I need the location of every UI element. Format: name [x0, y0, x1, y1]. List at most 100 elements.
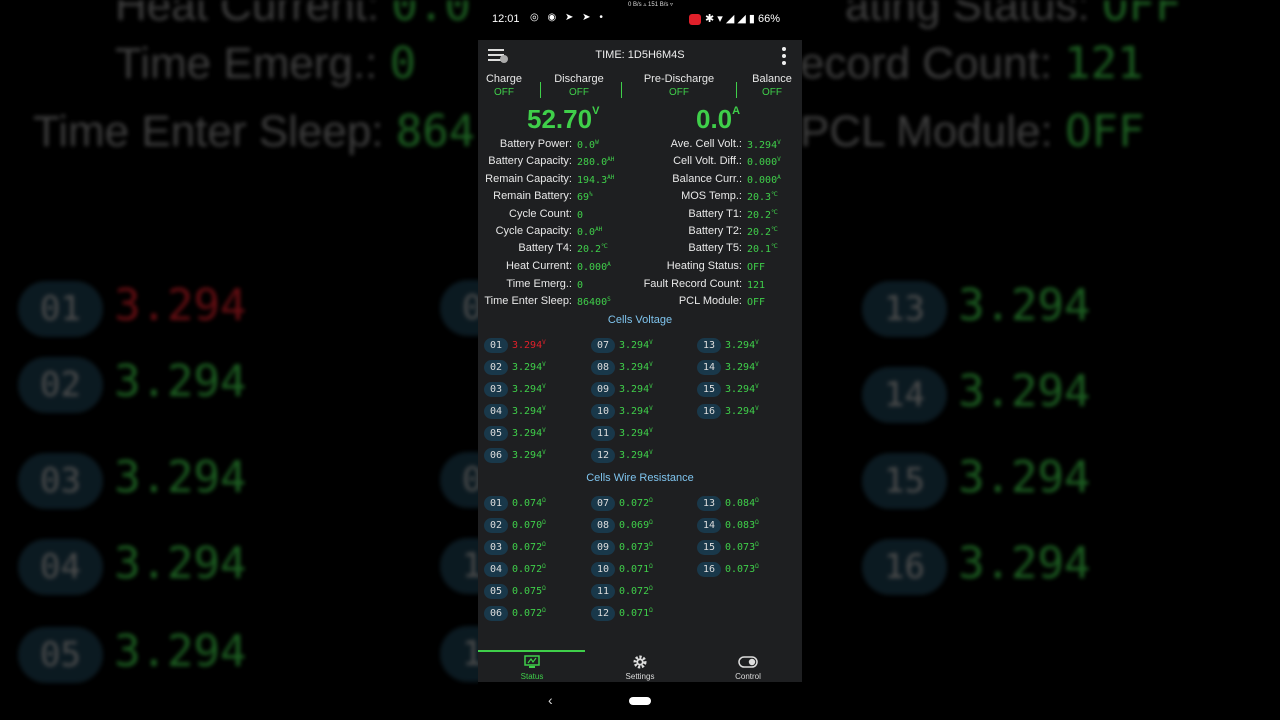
cell-value: 0.072Ω: [512, 563, 546, 575]
bg-cell-14: 14 3.294: [862, 366, 1091, 423]
charge-switch[interactable]: Charge OFF: [484, 73, 524, 98]
cell-number-badge: 03: [484, 382, 508, 397]
clock: 12:01: [492, 13, 520, 25]
right-info-value: OFF: [747, 297, 766, 308]
cell-value: 0.071Ω: [619, 607, 653, 619]
charge-value: OFF: [494, 87, 514, 98]
cell-number-badge: 14: [697, 360, 721, 375]
bg-cell-04: 04 3.294: [18, 538, 247, 595]
cell-value: 3.294V: [512, 405, 546, 417]
cell-number-badge: 05: [484, 584, 508, 599]
left-info-label: Remain Battery:: [493, 190, 572, 202]
active-tab-indicator: [478, 650, 585, 652]
cell-value: 3.294V: [512, 339, 546, 351]
left-info-value: 20.2℃: [577, 243, 608, 255]
status-icons: ✱ ▾ ◢ ◢ ▮ 66%: [688, 12, 780, 25]
cell-number-badge: 08: [591, 360, 615, 375]
cell-value: 3.294V: [512, 427, 546, 439]
bg-cell-03: 03 3.294: [18, 452, 247, 509]
tab-status[interactable]: Status: [478, 654, 586, 681]
tab-settings-label: Settings: [625, 672, 655, 681]
right-info-value: 0.000V: [747, 156, 781, 168]
phone-screen: 12:01 ◎ ◉ ➤ ➤ • 0 B/s ▵ 151 B/s ▿ ✱ ▾ ◢ …: [478, 0, 802, 720]
network-speed: 0 B/s ▵ 151 B/s ▿: [628, 2, 674, 8]
tab-settings[interactable]: Settings: [586, 654, 694, 681]
bg-heating-status: ating Status: OFF: [845, 0, 1182, 31]
discharge-switch[interactable]: Discharge OFF: [548, 73, 610, 98]
cell-value: 3.294V: [725, 339, 759, 351]
cell-value: 0.072Ω: [619, 585, 653, 597]
left-info-value: 0.0AH: [577, 226, 603, 238]
cell-value: 0.075Ω: [512, 585, 546, 597]
left-info-label: Battery T4:: [518, 242, 572, 254]
pre-discharge-switch[interactable]: Pre-Discharge OFF: [638, 73, 720, 98]
tab-control-label: Control: [735, 672, 761, 681]
right-info-value: 121: [747, 280, 766, 291]
bg-cell-13: 13 3.294: [862, 280, 1091, 337]
bg-time-emerg: Time Emerg.: 0: [115, 38, 417, 89]
system-icons: ✱ ▾ ◢ ◢ ▮: [704, 13, 758, 25]
left-info-value: 0.000A: [577, 261, 611, 273]
cell-value: 0.072Ω: [512, 607, 546, 619]
cell-number-badge: 01: [484, 496, 508, 511]
cell-number-badge: 07: [591, 496, 615, 511]
cell-value: 3.294V: [619, 361, 653, 373]
cell-number-badge: 13: [697, 338, 721, 353]
right-info-value: 20.2℃: [747, 226, 778, 238]
cell-value: 0.083Ω: [725, 519, 759, 531]
cell-value: 0.072Ω: [619, 497, 653, 509]
cell-value: 3.294V: [619, 383, 653, 395]
cell-number-badge: 15: [697, 540, 721, 555]
cell-value: 0.073Ω: [619, 541, 653, 553]
bg-cell-02: 02 3.294: [18, 356, 247, 413]
cells-voltage-title: Cells Voltage: [607, 314, 673, 326]
cell-number-badge: 03: [484, 540, 508, 555]
pre-discharge-label: Pre-Discharge: [643, 73, 715, 85]
left-info-label: Heat Current:: [505, 260, 572, 272]
right-info-label: Battery T5:: [688, 242, 742, 254]
left-info-value: 0: [577, 280, 584, 291]
right-info-label: Ave. Cell Volt.:: [670, 138, 742, 150]
right-info-value: OFF: [747, 262, 766, 273]
cell-number-badge: 14: [697, 518, 721, 533]
total-current: 0.0A: [696, 104, 741, 134]
cell-value: 0.072Ω: [512, 541, 546, 553]
divider: [736, 82, 737, 98]
cell-number-badge: 15: [697, 382, 721, 397]
back-icon[interactable]: ‹: [548, 692, 553, 708]
bg-cell-15: 15 3.294: [862, 452, 1091, 509]
toggle-icon: [738, 656, 758, 668]
cell-number-badge: 11: [591, 584, 615, 599]
cell-value: 0.073Ω: [725, 541, 759, 553]
right-info-label: Balance Curr.:: [672, 173, 742, 185]
cell-number-badge: 10: [591, 562, 615, 577]
cell-number-badge: 02: [484, 518, 508, 533]
cell-value: 3.294V: [512, 361, 546, 373]
cell-number-badge: 05: [484, 426, 508, 441]
left-info-label: Cycle Count:: [509, 208, 572, 220]
left-info-value: 280.0AH: [577, 156, 615, 168]
right-info-label: Cell Volt. Diff.:: [673, 155, 742, 167]
cell-number-badge: 02: [484, 360, 508, 375]
tab-control[interactable]: Control: [694, 654, 802, 681]
cell-value: 3.294V: [725, 361, 759, 373]
cell-value: 0.074Ω: [512, 497, 546, 509]
right-info-value: 20.1℃: [747, 243, 778, 255]
balance-value: OFF: [762, 87, 782, 98]
battery-percent: 66%: [757, 13, 780, 25]
record-icon: [688, 13, 701, 25]
home-icon[interactable]: [629, 697, 651, 705]
more-options-icon[interactable]: [782, 47, 786, 68]
cell-number-badge: 01: [484, 338, 508, 353]
balance-switch[interactable]: Balance OFF: [748, 73, 796, 98]
cell-number-badge: 04: [484, 562, 508, 577]
cell-value: 3.294V: [619, 405, 653, 417]
right-info-value: 20.2℃: [747, 209, 778, 221]
cell-number-badge: 12: [591, 448, 615, 463]
cell-value: 3.294V: [512, 449, 546, 461]
cell-value: 3.294V: [619, 339, 653, 351]
left-info-value: 86400S: [577, 296, 611, 308]
left-info-label: Time Emerg.:: [506, 278, 572, 290]
bg-heat-current: Heat Current: 0.0: [115, 0, 471, 31]
cell-number-badge: 07: [591, 338, 615, 353]
